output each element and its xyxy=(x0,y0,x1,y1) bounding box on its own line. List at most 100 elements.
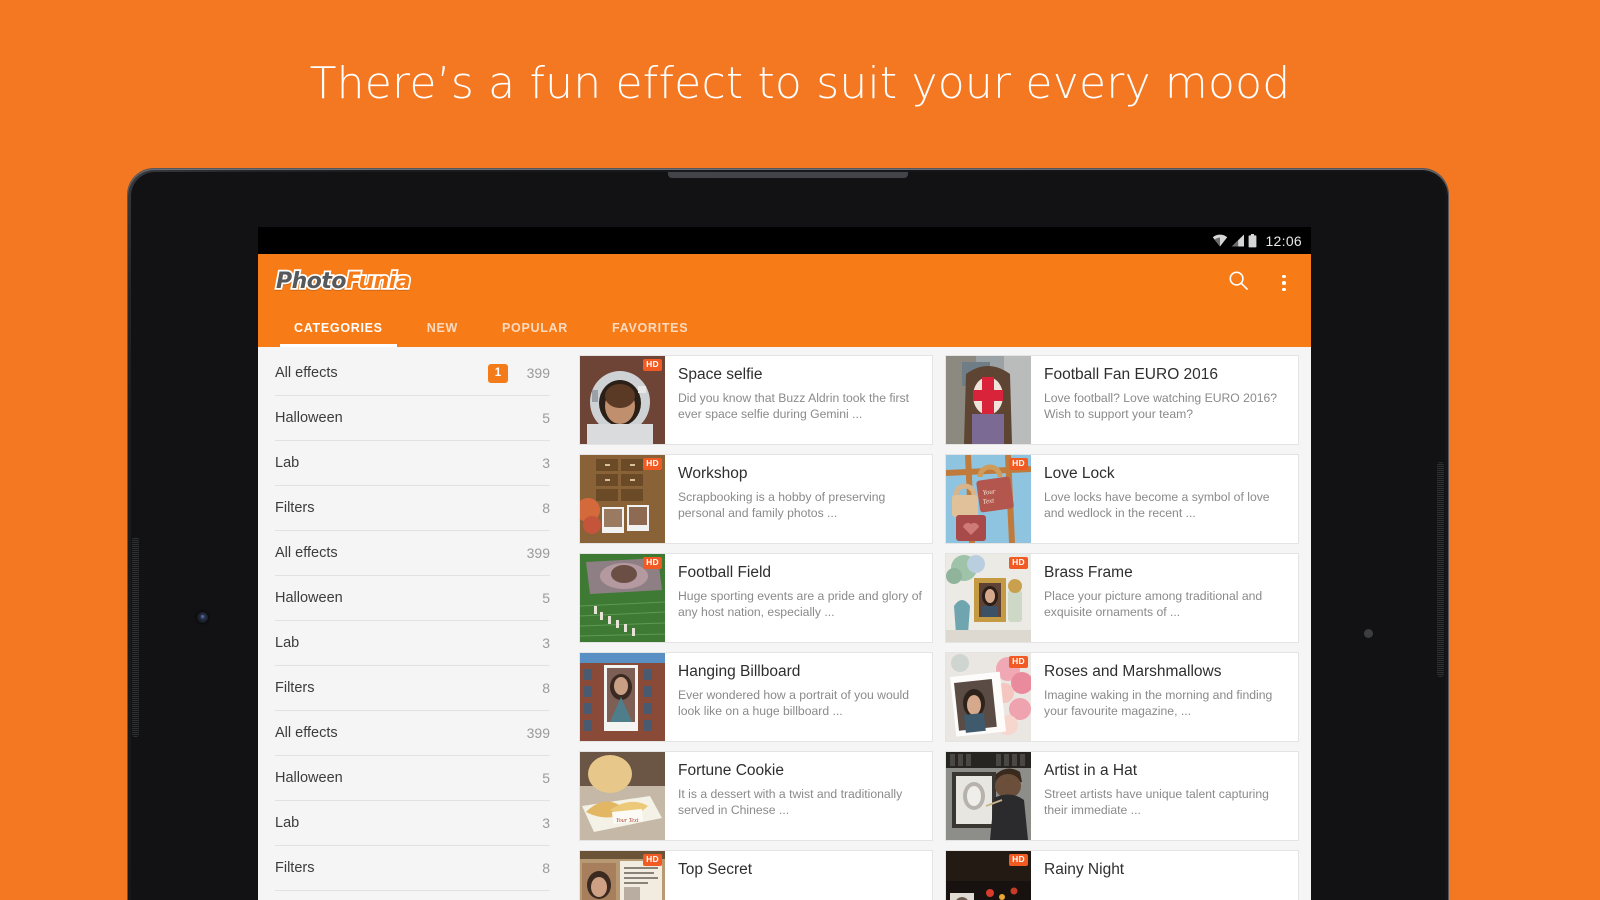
speaker-grille-right xyxy=(1437,462,1444,677)
effect-card[interactable]: Your Text HD Love Lock Love locks have b… xyxy=(945,454,1299,544)
effect-card[interactable]: HD Rainy Night xyxy=(945,850,1299,900)
effect-thumbnail: HD xyxy=(580,455,665,543)
effect-description: Huge sporting events are a pride and glo… xyxy=(678,589,922,620)
tab-favorites[interactable]: FAVORITES xyxy=(590,321,710,347)
sidebar-item-lab[interactable]: Lab 3 xyxy=(275,441,550,486)
sidebar-item-count: 399 xyxy=(526,545,550,561)
sidebar-item-count: 399 xyxy=(526,365,550,381)
effect-thumbnail xyxy=(946,356,1031,444)
device-top-notch xyxy=(668,172,908,178)
tab-new[interactable]: NEW xyxy=(405,321,480,347)
effect-info: Football Field Huge sporting events are … xyxy=(665,554,932,642)
hd-badge: HD xyxy=(1009,458,1028,470)
effect-thumbnail xyxy=(946,752,1031,840)
status-icons xyxy=(1212,233,1257,248)
sidebar-item-filters-3[interactable]: Filters 8 xyxy=(275,846,550,891)
effect-title: Football Field xyxy=(678,564,772,581)
effect-card[interactable]: Your Text Fortune Cookie It is a dessert… xyxy=(579,751,933,841)
face-paint-flag-image xyxy=(946,356,1031,444)
effect-card[interactable]: HD Brass Frame Place your picture among … xyxy=(945,553,1299,643)
effect-info: Football Fan EURO 2016 Love football? Lo… xyxy=(1031,356,1298,444)
hd-badge: HD xyxy=(1009,656,1028,668)
effect-card[interactable]: HD Top Secret xyxy=(579,850,933,900)
effect-thumbnail: HD xyxy=(580,851,665,900)
status-time: 12:06 xyxy=(1265,232,1302,249)
tab-categories[interactable]: CATEGORIES xyxy=(272,321,405,347)
hd-badge: HD xyxy=(1009,557,1028,569)
effect-info: Fortune Cookie It is a dessert with a tw… xyxy=(665,752,932,840)
hd-badge: HD xyxy=(1009,854,1028,866)
sidebar-item-all-effects-3[interactable]: All effects 399 xyxy=(275,711,550,756)
effect-title: Roses and Marshmallows xyxy=(1044,663,1222,680)
sidebar-item-halloween[interactable]: Halloween 5 xyxy=(275,396,550,441)
effect-card[interactable]: Football Fan EURO 2016 Love football? Lo… xyxy=(945,355,1299,445)
category-sidebar[interactable]: All effects 1 399 Halloween 5 Lab 3 Filt… xyxy=(258,347,567,900)
effect-description: Did you know that Buzz Aldrin took the f… xyxy=(678,391,909,422)
effect-thumbnail: Your Text xyxy=(580,752,665,840)
sidebar-item-filters-2[interactable]: Filters 8 xyxy=(275,666,550,711)
page-title: There’s a fun effect to suit your every … xyxy=(309,58,1291,109)
sidebar-item-lab-2[interactable]: Lab 3 xyxy=(275,621,550,666)
effect-info: Workshop Scrapbooking is a hobby of pres… xyxy=(665,455,932,543)
overflow-menu-button[interactable] xyxy=(1267,266,1301,300)
status-badge: 1 xyxy=(488,363,508,383)
effect-info: Love Lock Love locks have become a symbo… xyxy=(1031,455,1298,543)
sidebar-item-label: Lab xyxy=(275,455,300,471)
sidebar-item-all-effects[interactable]: All effects 1 399 xyxy=(275,351,550,396)
app-logo: PhotoFunia xyxy=(274,269,412,295)
sidebar-item-halloween-3[interactable]: Halloween 5 xyxy=(275,756,550,801)
effect-info: Hanging Billboard Ever wondered how a po… xyxy=(665,653,932,741)
effect-title: Fortune Cookie xyxy=(678,762,784,779)
effect-thumbnail: HD xyxy=(580,554,665,642)
effect-card[interactable]: HD Roses and Marshmallows Imagine waking… xyxy=(945,652,1299,742)
sidebar-item-count: 5 xyxy=(542,770,550,786)
effect-card[interactable]: HD Space selfie Did you know that Buzz A… xyxy=(579,355,933,445)
sidebar-item-count: 8 xyxy=(542,500,550,516)
svg-text:Your Text: Your Text xyxy=(616,818,639,824)
effect-title: Workshop xyxy=(678,465,748,482)
effect-thumbnail: HD xyxy=(946,653,1031,741)
logo-text-funia: Funia xyxy=(344,269,412,295)
effect-card[interactable]: Hanging Billboard Ever wondered how a po… xyxy=(579,652,933,742)
tab-bar: CATEGORIES NEW POPULAR FAVORITES xyxy=(272,303,710,347)
sidebar-item-count: 5 xyxy=(542,590,550,606)
sidebar-item-filters[interactable]: Filters 8 xyxy=(275,486,550,531)
effect-info: Space selfie Did you know that Buzz Aldr… xyxy=(665,356,932,444)
fortune-cookie-image: Your Text xyxy=(580,752,665,840)
effect-thumbnail: HD xyxy=(946,554,1031,642)
wifi-icon xyxy=(1212,234,1228,247)
sidebar-item-label: Filters xyxy=(275,860,315,876)
sidebar-item-label: Lab xyxy=(275,815,300,831)
sidebar-item-halloween-2[interactable]: Halloween 5 xyxy=(275,576,550,621)
sidebar-item-label: Halloween xyxy=(275,410,343,426)
hd-badge: HD xyxy=(643,557,662,569)
sidebar-item-label: Filters xyxy=(275,680,315,696)
speaker-grille-left xyxy=(132,537,139,737)
effect-title: Brass Frame xyxy=(1044,564,1133,581)
effect-card[interactable]: HD Workshop Scrapbooking is a hobby of p… xyxy=(579,454,933,544)
sidebar-item-count: 3 xyxy=(542,635,550,651)
tablet-device: 12:06 PhotoFunia CATEGORIES NEW POPULAR … xyxy=(128,169,1448,900)
sidebar-item-label: Lab xyxy=(275,635,300,651)
effect-card[interactable]: HD Football Field Huge sporting events a… xyxy=(579,553,933,643)
sidebar-item-lab-3[interactable]: Lab 3 xyxy=(275,801,550,846)
sidebar-item-count: 5 xyxy=(542,410,550,426)
effect-title: Top Secret xyxy=(678,861,753,878)
effect-card[interactable]: Artist in a Hat Street artists have uniq… xyxy=(945,751,1299,841)
sidebar-item-count: 8 xyxy=(542,680,550,696)
hd-badge: HD xyxy=(643,359,662,371)
sidebar-item-all-effects-2[interactable]: All effects 399 xyxy=(275,531,550,576)
front-camera-icon xyxy=(197,612,208,623)
search-button[interactable] xyxy=(1221,266,1255,300)
effects-grid: HD Space selfie Did you know that Buzz A… xyxy=(567,347,1311,900)
sidebar-item-label: Halloween xyxy=(275,590,343,606)
device-screen: 12:06 PhotoFunia CATEGORIES NEW POPULAR … xyxy=(258,227,1311,900)
effect-description: Love football? Love watching EURO 2016? … xyxy=(1044,391,1278,422)
effect-thumbnail xyxy=(580,653,665,741)
battery-icon xyxy=(1248,233,1257,248)
sidebar-item-count: 3 xyxy=(542,815,550,831)
tab-popular[interactable]: POPULAR xyxy=(480,321,590,347)
effect-thumbnail: HD xyxy=(946,851,1031,900)
effect-thumbnail: Your Text HD xyxy=(946,455,1031,543)
effect-info: Artist in a Hat Street artists have uniq… xyxy=(1031,752,1298,840)
